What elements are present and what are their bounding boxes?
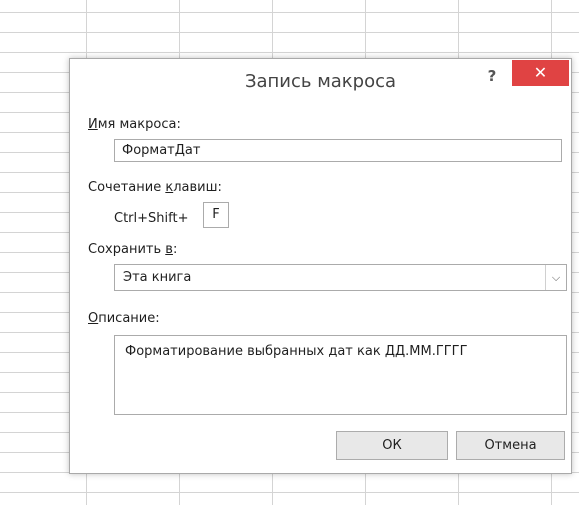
chevron-down-icon[interactable]: ⌵ [545, 265, 566, 290]
shortcut-key-input[interactable]: F [203, 202, 229, 228]
close-button[interactable]: ✕ [512, 60, 569, 86]
store-in-value: Эта книга [123, 270, 192, 285]
record-macro-dialog: Запись макроса ? ✕ Имя макроса: ФорматДа… [69, 58, 572, 474]
macro-name-input[interactable]: ФорматДат [114, 139, 562, 162]
help-button[interactable]: ? [482, 64, 502, 88]
shortcut-label: Сочетание клавиш: [88, 180, 222, 195]
description-textarea[interactable]: Форматирование выбранных дат как ДД.ММ.Г… [114, 335, 567, 415]
store-in-label: Сохранить в: [88, 242, 178, 257]
description-label: Описание: [88, 311, 160, 326]
close-icon: ✕ [533, 63, 548, 82]
ok-button[interactable]: ОК [336, 431, 448, 460]
macro-name-label: Имя макроса: [88, 117, 181, 132]
cancel-button[interactable]: Отмена [456, 431, 565, 460]
store-in-select[interactable]: Эта книга ⌵ [114, 264, 567, 291]
shortcut-prefix: Ctrl+Shift+ [114, 211, 189, 226]
